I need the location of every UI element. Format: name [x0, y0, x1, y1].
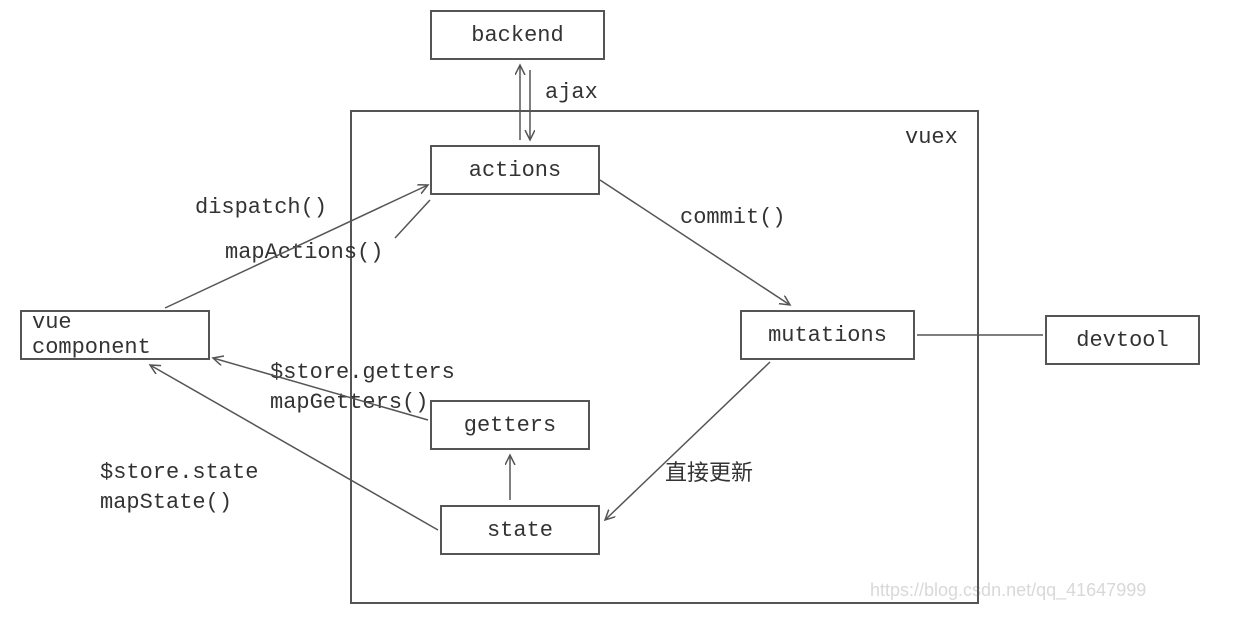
- mapstate-label: mapState(): [100, 490, 232, 515]
- mapgetters-label: mapGetters(): [270, 390, 428, 415]
- mutations-label: mutations: [768, 323, 887, 348]
- actions-label: actions: [469, 158, 561, 183]
- vuex-container-label: vuex: [905, 125, 958, 150]
- commit-label: commit(): [680, 205, 786, 230]
- backend-node: backend: [430, 10, 605, 60]
- vue-component-label: vue component: [32, 310, 198, 360]
- getters-node: getters: [430, 400, 590, 450]
- mapactions-label: mapActions(): [225, 240, 383, 265]
- state-node: state: [440, 505, 600, 555]
- store-state-label: $store.state: [100, 460, 258, 485]
- devtool-node: devtool: [1045, 315, 1200, 365]
- dispatch-label: dispatch(): [195, 195, 327, 220]
- getters-label: getters: [464, 413, 556, 438]
- watermark: https://blog.csdn.net/qq_41647999: [870, 580, 1146, 601]
- direct-update-label: 直接更新: [665, 455, 753, 487]
- backend-label: backend: [471, 23, 563, 48]
- devtool-label: devtool: [1076, 328, 1168, 353]
- mutations-node: mutations: [740, 310, 915, 360]
- vue-component-node: vue component: [20, 310, 210, 360]
- actions-node: actions: [430, 145, 600, 195]
- ajax-label: ajax: [545, 80, 598, 105]
- state-label: state: [487, 518, 553, 543]
- store-getters-label: $store.getters: [270, 360, 455, 385]
